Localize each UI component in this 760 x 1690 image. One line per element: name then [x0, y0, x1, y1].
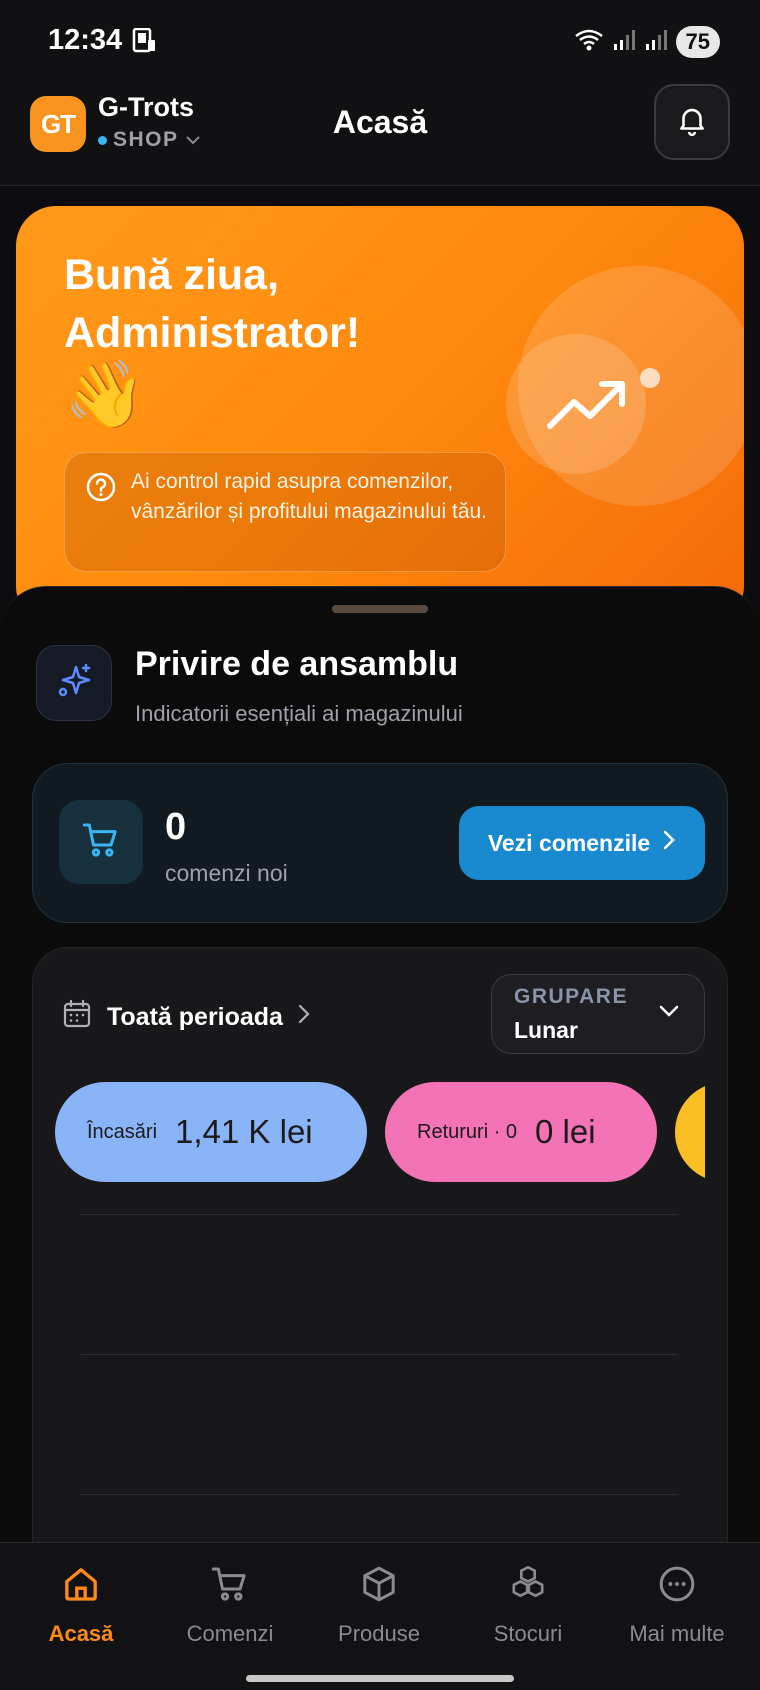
- grouping-label: GRUPARE: [514, 985, 628, 1008]
- app-header: GT G-Trots SHOP Acasă: [0, 84, 760, 186]
- view-orders-button[interactable]: Vezi comenzile: [459, 806, 705, 880]
- period-selector[interactable]: Toată perioada: [61, 998, 311, 1037]
- help-circle-icon: [85, 471, 117, 508]
- view-orders-label: Vezi comenzile: [487, 829, 651, 856]
- chevron-right-icon: [662, 829, 676, 857]
- grouping-value: Lunar: [514, 1017, 578, 1043]
- nav-label: Produse: [338, 1621, 420, 1646]
- notifications-button[interactable]: [654, 84, 730, 160]
- info-text: Ai control rapid asupra comenzilor, vânz…: [131, 470, 488, 523]
- store-logo[interactable]: GT: [30, 96, 86, 152]
- home-indicator[interactable]: [246, 1675, 514, 1682]
- sparkles-icon: [54, 661, 94, 706]
- home-icon: [7, 1561, 155, 1607]
- info-box: Ai control rapid asupra comenzilor, vânz…: [64, 452, 506, 572]
- orders-icon-box: [59, 800, 143, 884]
- bell-icon: [675, 103, 709, 142]
- calendar-icon: [61, 998, 93, 1037]
- box-icon: [305, 1561, 453, 1607]
- new-orders-card: 0 comenzi noi Vezi comenzile: [32, 763, 728, 923]
- returns-pill[interactable]: Retururi · 0 0 lei: [385, 1082, 657, 1182]
- income-value: 1,41 K lei: [175, 1113, 313, 1150]
- nav-label: Stocuri: [493, 1621, 563, 1646]
- overview-sheet: Privire de ansamblu Indicatorii esențial…: [0, 586, 760, 1690]
- section-subtitle: Indicatorii esențiali ai magazinului: [135, 701, 463, 726]
- chevron-down-icon: [185, 128, 201, 152]
- wifi-icon: [574, 28, 604, 57]
- trending-up-icon: [544, 374, 628, 439]
- store-type: SHOP: [113, 128, 179, 151]
- nav-label: Mai multe: [629, 1621, 725, 1646]
- status-bar: 12:34 75: [0, 0, 760, 84]
- chart-gridline: [81, 1494, 677, 1495]
- drag-handle[interactable]: [332, 605, 428, 613]
- grouping-dropdown[interactable]: GRUPARE Lunar: [491, 974, 705, 1054]
- welcome-banner: Bună ziua, Administrator! 👋 Ai control r…: [16, 206, 744, 626]
- bottom-navigation: Acasă Comenzi Produse Stocuri Mai multe: [0, 1542, 760, 1690]
- nav-item-orders[interactable]: Comenzi: [156, 1561, 304, 1647]
- period-label: Toată perioada: [107, 1003, 283, 1031]
- more-icon: [603, 1561, 751, 1607]
- cart-icon: [81, 820, 121, 865]
- nav-label: Acasă: [48, 1621, 114, 1646]
- nav-item-products[interactable]: Produse: [305, 1561, 453, 1647]
- battery-indicator: 75: [675, 26, 720, 58]
- signal-icon: [612, 28, 636, 57]
- chart-gridline: [81, 1214, 677, 1215]
- chart-gridline: [81, 1354, 677, 1355]
- nav-item-home[interactable]: Acasă: [7, 1561, 155, 1647]
- new-orders-label: comenzi noi: [165, 860, 288, 886]
- chevron-right-icon: [297, 1003, 311, 1032]
- nav-label: Comenzi: [186, 1621, 274, 1646]
- status-dot: [98, 135, 107, 145]
- section-title: Privire de ansamblu: [135, 645, 459, 683]
- chevron-down-icon: [658, 1003, 680, 1024]
- nav-item-more[interactable]: Mai multe: [603, 1561, 751, 1647]
- metric-pills: Încasări 1,41 K lei Retururi · 0 0 lei: [55, 1082, 705, 1182]
- nav-item-stocks[interactable]: Stocuri: [454, 1561, 602, 1647]
- cart-icon: [156, 1561, 304, 1607]
- income-label: Încasări: [87, 1120, 158, 1143]
- status-time: 12:34: [48, 24, 123, 56]
- new-orders-count: 0: [165, 806, 187, 848]
- decorative-dot: [640, 368, 660, 388]
- signal-icon: [644, 28, 668, 57]
- wave-emoji: 👋: [64, 357, 147, 431]
- status-right: 75: [574, 26, 720, 58]
- store-switcher[interactable]: SHOP: [98, 128, 201, 152]
- stacked-boxes-icon: [454, 1561, 602, 1607]
- phone-icon: [130, 27, 158, 59]
- overview-icon-box: [36, 645, 112, 721]
- returns-value: 0 lei: [535, 1113, 596, 1150]
- returns-label: Retururi · 0: [417, 1120, 518, 1143]
- partial-metric-pill[interactable]: [675, 1082, 705, 1182]
- income-pill[interactable]: Încasări 1,41 K lei: [55, 1082, 367, 1182]
- greeting-text: Bună ziua, Administrator!: [64, 251, 361, 357]
- store-name[interactable]: G-Trots: [98, 92, 194, 123]
